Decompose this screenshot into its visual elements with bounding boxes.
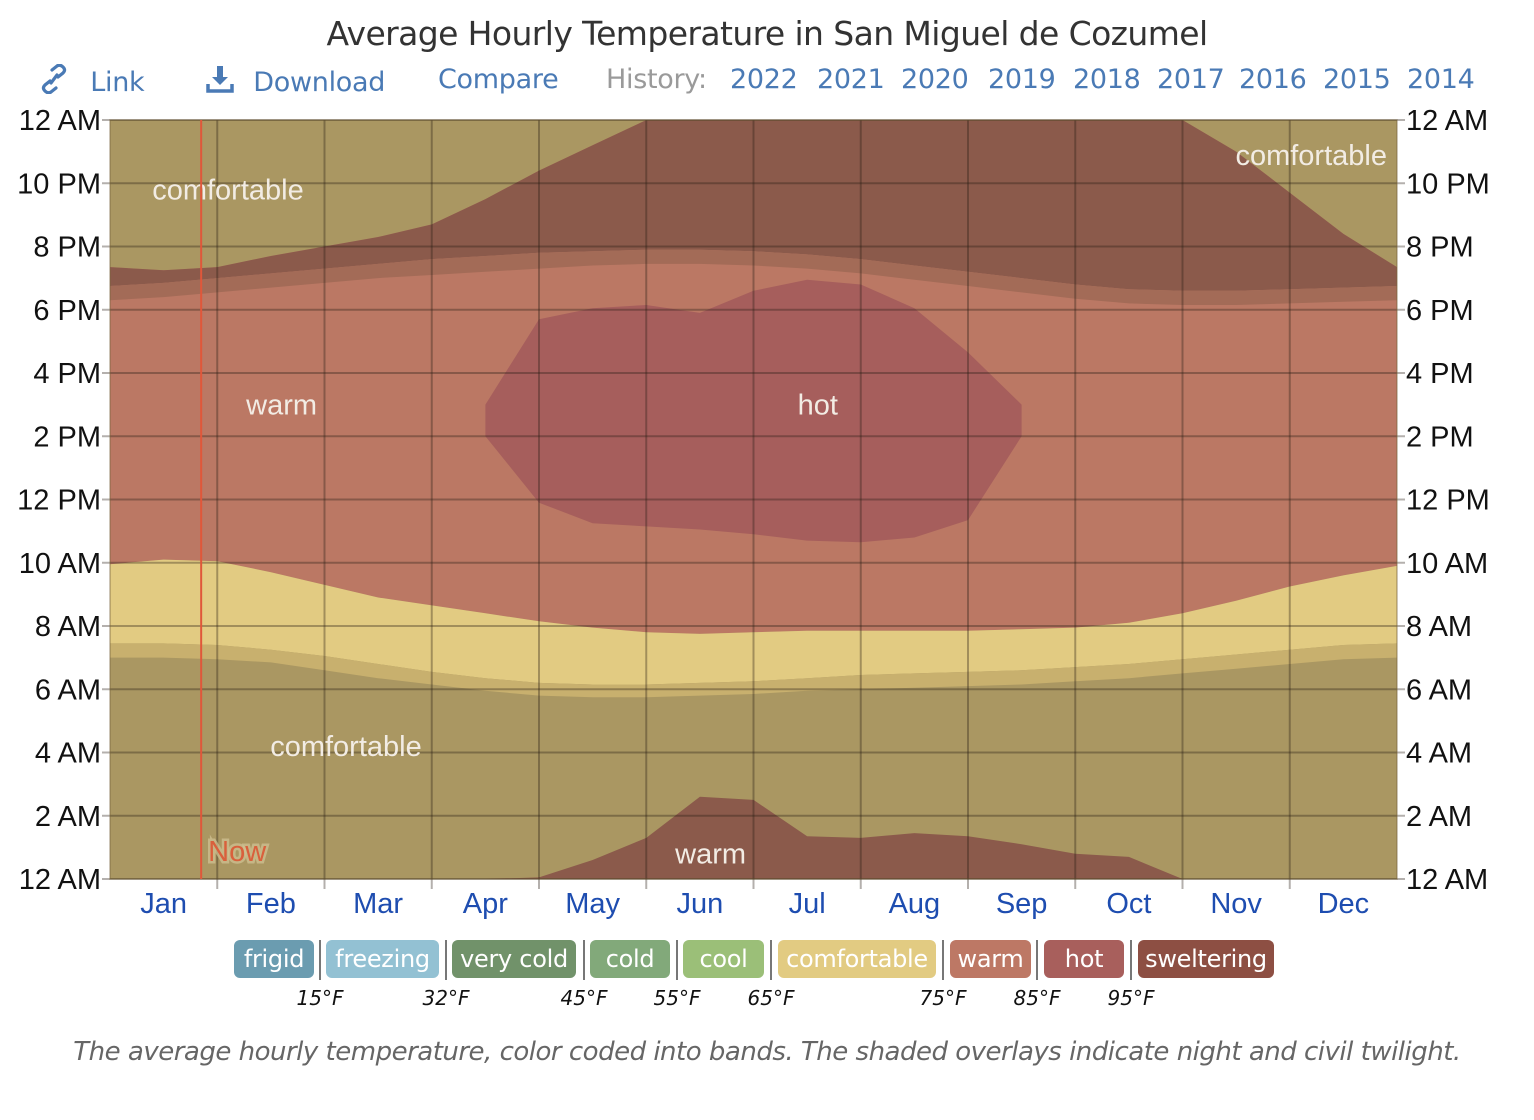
y-tick-label: 6 AM (1406, 674, 1472, 706)
legend-threshold-label: 75°F (919, 986, 967, 1010)
legend-separator (583, 940, 585, 980)
y-tick-label: 4 AM (35, 738, 101, 770)
y-axis-right: 12 AM 10 PM 8 PM 6 PM 4 PM 2 PM 12 PM 10 AM 8 AM… (1406, 105, 1490, 896)
y-tick-label: 12 PM (17, 485, 101, 517)
y-tick-label: 12 AM (1406, 864, 1488, 896)
x-tick-label: Dec (1318, 888, 1370, 920)
legend-separator (1036, 940, 1038, 980)
legend-chip-frigid: frigid (234, 940, 314, 978)
y-tick-label: 2 PM (1406, 421, 1474, 453)
y-tick-label: 12 AM (19, 864, 101, 896)
y-tick-label: 12 PM (1406, 485, 1490, 517)
y-tick-label: 4 PM (1406, 358, 1474, 390)
legend-threshold-label: 65°F (747, 986, 795, 1010)
legend-separator (676, 940, 678, 980)
now-label: Now (208, 836, 267, 868)
legend-separator (1130, 940, 1132, 980)
legend-chip-cool: cool (683, 940, 764, 978)
legend-separator (445, 940, 447, 980)
legend-chip-sweltering: sweltering (1138, 940, 1274, 978)
band-label-warm: warm (245, 390, 317, 422)
legend-threshold-label: 85°F (1013, 986, 1061, 1010)
band-label-comfortable: comfortable (270, 731, 422, 763)
y-tick-label: 4 PM (33, 358, 101, 390)
x-tick-label: Jun (676, 888, 723, 920)
y-tick-label: 2 PM (33, 421, 101, 453)
x-tick-label: Jan (140, 888, 187, 920)
x-tick-label: Feb (246, 888, 296, 920)
band-label-warm: warm (674, 839, 746, 871)
y-tick-label: 10 PM (1406, 168, 1490, 200)
legend-separator (770, 940, 772, 980)
y-axis-left: 12 AM 10 PM 8 PM 6 PM 4 PM 2 PM 12 PM 10 AM 8 AM… (17, 105, 101, 896)
x-tick-label: Oct (1106, 888, 1151, 920)
y-tick-label: 12 AM (19, 105, 101, 137)
y-tick-label: 10 AM (1406, 548, 1488, 580)
x-tick-label: May (565, 888, 620, 920)
legend-threshold-label: 95°F (1107, 986, 1155, 1010)
y-tick-label: 6 PM (33, 295, 101, 327)
legend-threshold-label: 32°F (422, 986, 470, 1010)
x-axis: Jan Feb Mar Apr May Jun Jul Aug Sep Oct Nov Dec (140, 888, 1369, 920)
chart-caption: The average hourly temperature, color co… (73, 1037, 1461, 1067)
legend-separator (942, 940, 944, 980)
y-tick-label: 2 AM (35, 801, 101, 833)
legend-chip-comfortable: comfortable (778, 940, 936, 978)
x-tick-label: Sep (996, 888, 1048, 920)
x-tick-label: Mar (353, 888, 403, 920)
band-label-comfortable: comfortable (1235, 140, 1387, 172)
y-tick-label: 12 AM (1406, 105, 1488, 137)
y-tick-label: 10 PM (17, 168, 101, 200)
y-tick-label: 10 AM (19, 548, 101, 580)
y-tick-label: 6 PM (1406, 295, 1474, 327)
y-tick-label: 6 AM (35, 674, 101, 706)
legend-threshold-label: 45°F (560, 986, 608, 1010)
y-tick-label: 2 AM (1406, 801, 1472, 833)
legend-chip-warm: warm (950, 940, 1031, 978)
legend-chip-cold: cold (590, 940, 670, 978)
y-tick-label: 8 AM (35, 611, 101, 643)
x-tick-label: Aug (889, 888, 941, 920)
y-tick-label: 8 AM (1406, 611, 1472, 643)
band-label-hot: hot (798, 390, 838, 422)
x-tick-label: Apr (463, 888, 508, 920)
legend-chip-hot: hot (1044, 940, 1124, 978)
y-tick-label: 8 PM (1406, 232, 1474, 264)
legend-threshold-label: 55°F (653, 986, 701, 1010)
band-label-comfortable: comfortable (152, 175, 304, 207)
legend-threshold-label: 15°F (296, 986, 344, 1010)
temperature-chart: 12 AM 10 PM 8 PM 6 PM 4 PM 2 PM 12 PM 10 AM 8 AM… (17, 105, 1490, 920)
y-tick-label: 4 AM (1406, 738, 1472, 770)
legend-chip-very-cold: very cold (452, 940, 576, 978)
legend-separator (319, 940, 321, 980)
x-tick-label: Nov (1210, 888, 1262, 920)
x-tick-label: Jul (789, 888, 826, 920)
y-tick-label: 8 PM (33, 232, 101, 264)
legend-chip-freezing: freezing (326, 940, 439, 978)
